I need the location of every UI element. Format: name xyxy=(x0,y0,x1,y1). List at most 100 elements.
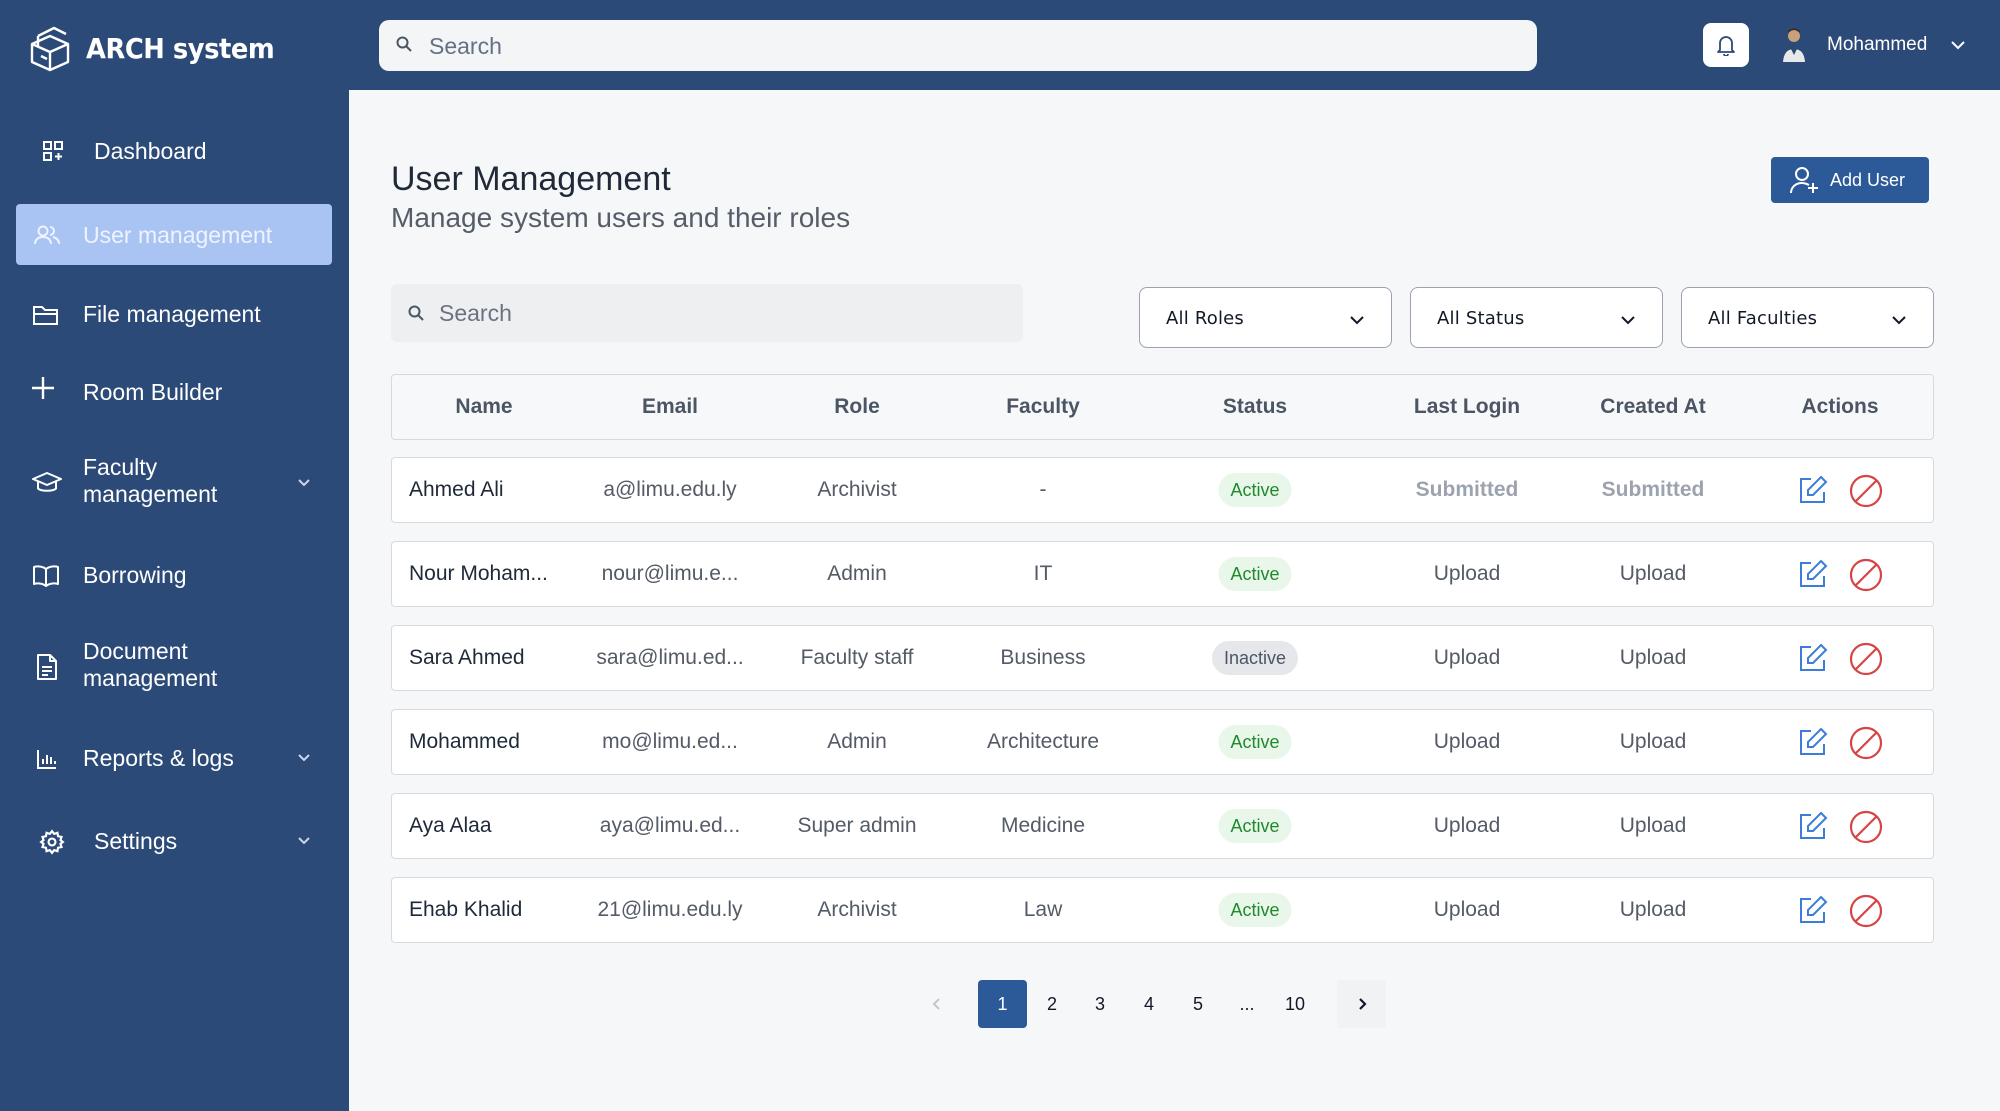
user-email-cell: nour@limu.e... xyxy=(601,562,739,585)
user-search[interactable] xyxy=(391,284,1023,342)
folder-icon xyxy=(31,300,61,330)
page-subtitle: Manage system users and their roles xyxy=(391,202,851,233)
sidebar-item-dashboard[interactable]: Dashboard xyxy=(16,134,332,168)
chevron-down-icon[interactable] xyxy=(296,475,312,491)
status-filter[interactable]: All Status xyxy=(1410,287,1663,348)
search-icon xyxy=(408,305,424,321)
edit-icon[interactable] xyxy=(1797,642,1829,674)
user-email-cell: aya@limu.ed... xyxy=(599,814,741,837)
previous-page-button[interactable] xyxy=(912,980,961,1028)
user-search-input[interactable] xyxy=(439,294,999,332)
block-user-icon[interactable] xyxy=(1849,894,1883,928)
edit-icon[interactable] xyxy=(1797,474,1829,506)
plus-icon xyxy=(28,373,58,403)
add-user-icon xyxy=(1790,167,1818,194)
block-user-icon[interactable] xyxy=(1849,642,1883,676)
column-header-last-login[interactable]: Last Login xyxy=(1414,395,1520,419)
last-login-cell: Upload xyxy=(1433,730,1501,753)
top-bar: Mohammed xyxy=(349,0,2000,90)
page-button-3[interactable]: 3 xyxy=(1078,980,1122,1028)
page-button-10[interactable]: 10 xyxy=(1273,980,1317,1028)
user-role-cell: Admin xyxy=(827,730,887,753)
table-row[interactable]: Sara Ahmed sara@limu.ed... Faculty staff… xyxy=(391,625,1934,691)
status-badge: Active xyxy=(1218,809,1292,843)
user-role-cell: Admin xyxy=(827,562,887,585)
column-header-faculty[interactable]: Faculty xyxy=(1006,395,1080,419)
user-email-cell: 21@limu.edu.ly xyxy=(597,898,743,921)
column-header-name[interactable]: Name xyxy=(455,395,512,419)
table-row[interactable]: Aya Alaa aya@limu.ed... Super admin Medi… xyxy=(391,793,1934,859)
user-faculty-cell: Law xyxy=(1023,898,1063,921)
sidebar-item-settings[interactable]: Settings xyxy=(16,824,332,858)
table-row[interactable]: Ehab Khalid 21@limu.edu.ly Archivist Law… xyxy=(391,877,1934,943)
chevron-down-icon[interactable] xyxy=(296,833,312,849)
user-role-cell: Archivist xyxy=(817,898,897,921)
block-user-icon[interactable] xyxy=(1849,810,1883,844)
sidebar-item-room-builder[interactable]: Room Builder xyxy=(16,375,332,409)
block-user-icon[interactable] xyxy=(1849,474,1883,508)
users-icon xyxy=(32,220,62,250)
page-button-5[interactable]: 5 xyxy=(1176,980,1220,1028)
table-row[interactable]: Ahmed Ali a@limu.edu.ly Archivist - Acti… xyxy=(391,457,1934,523)
dashboard-icon xyxy=(38,136,68,166)
edit-icon[interactable] xyxy=(1797,726,1829,758)
column-header-created-at[interactable]: Created At xyxy=(1600,395,1705,419)
created-at-cell: Upload xyxy=(1619,646,1687,669)
table-row[interactable]: Nour Moham... nour@limu.e... Admin IT Ac… xyxy=(391,541,1934,607)
faculties-filter[interactable]: All Faculties xyxy=(1681,287,1934,348)
app-logo[interactable]: ARCH system xyxy=(28,24,291,72)
roles-filter[interactable]: All Roles xyxy=(1139,287,1392,348)
block-user-icon[interactable] xyxy=(1849,558,1883,592)
user-name[interactable]: Mohammed xyxy=(1827,34,1927,56)
add-user-button[interactable]: Add User xyxy=(1771,157,1929,203)
page-button-1[interactable]: 1 xyxy=(978,980,1027,1028)
sidebar-item-label: Settings xyxy=(94,828,178,854)
sidebar: ARCH system Dashboard User management Fi… xyxy=(0,0,349,1111)
edit-icon[interactable] xyxy=(1797,558,1829,590)
column-header-actions: Actions xyxy=(1801,395,1879,418)
created-at-cell: Upload xyxy=(1619,562,1687,585)
sidebar-item-document-management[interactable]: Document management xyxy=(16,636,332,698)
chevron-down-icon xyxy=(1350,316,1364,325)
column-header-email[interactable]: Email xyxy=(642,395,698,419)
sidebar-item-faculty-management[interactable]: Faculty management xyxy=(16,452,332,514)
chevron-down-icon[interactable] xyxy=(1949,36,1967,54)
gear-icon xyxy=(37,827,67,857)
chevron-down-icon[interactable] xyxy=(296,750,312,766)
column-header-role[interactable]: Role xyxy=(834,395,880,419)
global-search[interactable] xyxy=(379,20,1537,71)
sidebar-item-reports-logs[interactable]: Reports & logs xyxy=(16,741,332,775)
page-button-2[interactable]: 2 xyxy=(1030,980,1074,1028)
global-search-input[interactable] xyxy=(429,28,1509,64)
user-faculty-cell: Business xyxy=(1000,646,1086,669)
sidebar-item-label: File management xyxy=(83,301,261,327)
sidebar-item-file-management[interactable]: File management xyxy=(16,297,332,331)
chevron-left-icon xyxy=(932,998,940,1010)
edit-icon[interactable] xyxy=(1797,810,1829,842)
user-email-cell: a@limu.edu.ly xyxy=(603,478,737,501)
archive-boxes-icon xyxy=(30,26,70,72)
status-badge: Inactive xyxy=(1211,641,1299,675)
book-open-icon xyxy=(31,561,61,591)
edit-icon[interactable] xyxy=(1797,894,1829,926)
user-role-cell: Faculty staff xyxy=(800,646,914,669)
user-role-cell: Super admin xyxy=(797,814,917,837)
table-row[interactable]: Mohammed mo@limu.ed... Admin Architectur… xyxy=(391,709,1934,775)
block-user-icon[interactable] xyxy=(1849,726,1883,760)
sidebar-item-label: Faculty management xyxy=(83,454,218,507)
sidebar-item-label: Document management xyxy=(83,638,218,691)
next-page-button[interactable] xyxy=(1337,980,1386,1028)
page-button-4[interactable]: 4 xyxy=(1127,980,1171,1028)
sidebar-item-borrowing[interactable]: Borrowing xyxy=(16,558,332,592)
sidebar-item-user-management[interactable]: User management xyxy=(16,204,332,265)
app-name: ARCH system xyxy=(86,31,275,65)
notifications-button[interactable] xyxy=(1703,23,1749,67)
bell-icon xyxy=(1717,36,1735,56)
user-name-cell: Mohammed xyxy=(409,730,520,753)
user-email-cell: mo@limu.ed... xyxy=(602,730,738,753)
page-ellipsis: ... xyxy=(1239,993,1255,1014)
column-header-status[interactable]: Status xyxy=(1223,395,1287,419)
status-badge: Active xyxy=(1218,473,1292,507)
avatar[interactable] xyxy=(1779,26,1809,64)
user-faculty-cell: - xyxy=(1039,478,1047,501)
